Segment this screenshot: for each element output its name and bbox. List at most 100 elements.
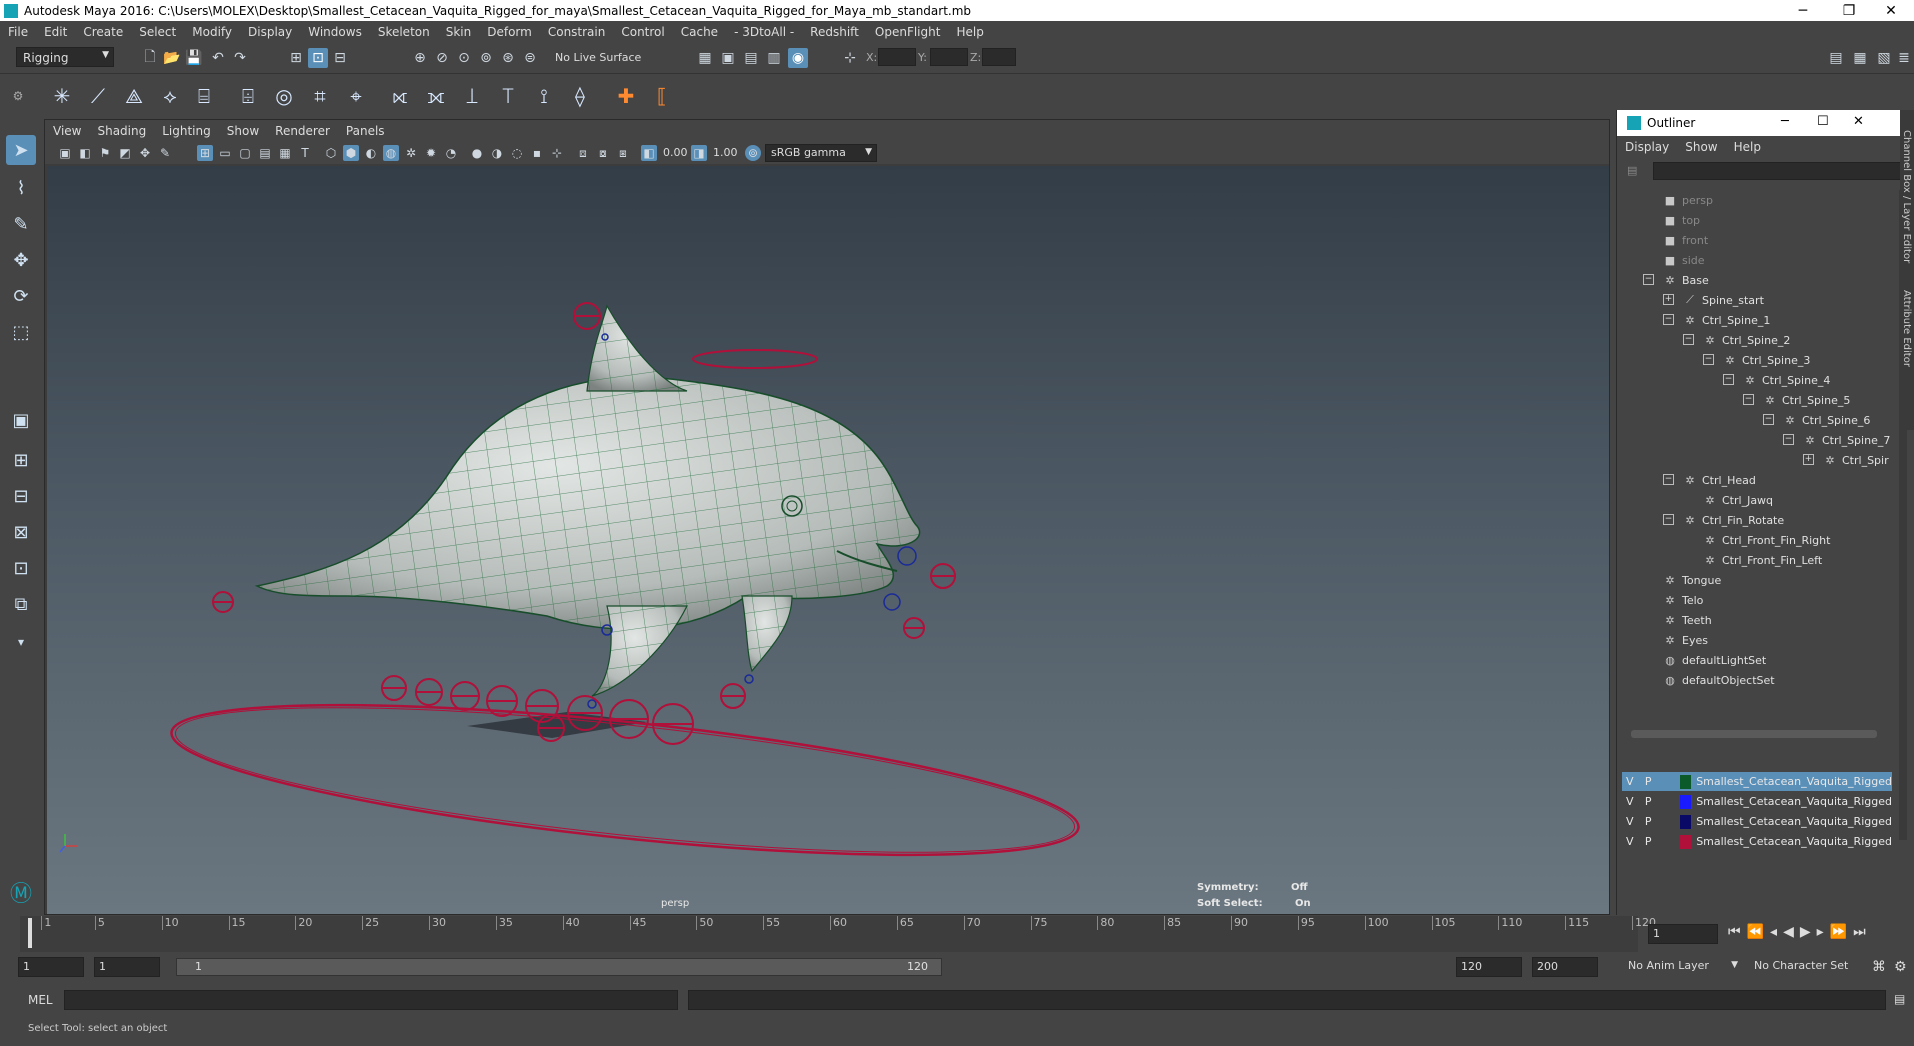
modeling-toolkit-icon[interactable]: ▤ (1826, 48, 1846, 68)
undo-icon[interactable]: ↶ (208, 48, 228, 68)
layer-row[interactable]: V P Smallest_Cetacean_Vaquita_Rigged (1622, 812, 1892, 831)
command-input[interactable] (64, 990, 678, 1010)
point-constraint-icon[interactable]: ⟗ (420, 80, 452, 112)
gate-mask-icon[interactable]: ▤ (257, 145, 273, 161)
hypershade-icon[interactable]: ◉ (788, 48, 808, 68)
play-back-icon[interactable]: ◀ (1783, 924, 1794, 940)
layer-color-swatch[interactable] (1680, 794, 1692, 809)
snap-surface-icon[interactable]: ⊛ (498, 48, 518, 68)
live-surface-label[interactable]: No Live Surface (555, 51, 641, 64)
vaquita-mesh[interactable] (254, 304, 921, 697)
menu-3dtoall[interactable]: - 3DtoAll - (726, 25, 802, 39)
attribute-editor-toggle-icon[interactable]: ▦ (1850, 48, 1870, 68)
smooth-shade-icon[interactable]: ⬢ (343, 145, 359, 161)
layer-type-toggle[interactable] (1659, 813, 1674, 830)
outliner-item[interactable]: − ✲ Ctrl_Head (1663, 470, 1756, 490)
tab-channel-box[interactable]: Channel Box / Layer Editor (1901, 130, 1912, 263)
four-pane-icon[interactable]: ⊞ (6, 445, 36, 475)
outliner-item[interactable]: ◍ defaultObjectSet (1663, 670, 1774, 690)
layer-type-toggle[interactable] (1659, 793, 1674, 810)
outliner-item[interactable]: ■ top (1663, 210, 1700, 230)
textured-icon[interactable]: ✲ (403, 145, 419, 161)
render-view-icon[interactable]: ▥ (764, 48, 784, 68)
lattice-icon[interactable]: ⌗ (304, 80, 336, 112)
image-plane-icon[interactable]: ◩ (117, 145, 133, 161)
menu-edit[interactable]: Edit (36, 25, 75, 39)
render-icon[interactable]: ▣ (718, 48, 738, 68)
menu-control[interactable]: Control (613, 25, 672, 39)
grease-pencil-icon[interactable]: ✎ (157, 145, 173, 161)
outliner-menu-help[interactable]: Help (1726, 140, 1769, 154)
vp-menu-shading[interactable]: Shading (89, 124, 154, 138)
pole-vector-icon[interactable]: ⟠ (564, 80, 596, 112)
lights-icon[interactable]: ✹ (423, 145, 439, 161)
outliner-item[interactable]: ■ persp (1663, 190, 1713, 210)
outliner-item[interactable]: + ⟋ Spine_start (1663, 290, 1764, 310)
anim-prefs-icon[interactable]: ⚙ (1894, 959, 1907, 975)
step-forward-frame-icon[interactable]: ▸ (1817, 924, 1824, 940)
scale-tool-icon[interactable]: ⬚ (6, 317, 36, 347)
layer-type-toggle[interactable] (1659, 773, 1674, 790)
layer-name[interactable]: Smallest_Cetacean_Vaquita_Rigged (1696, 835, 1892, 848)
locator-icon[interactable]: ✚ (610, 80, 642, 112)
move-tool-icon[interactable]: ✥ (6, 245, 36, 275)
outliner-menu-show[interactable]: Show (1677, 140, 1725, 154)
layer-visibility-toggle[interactable]: V (1622, 793, 1637, 810)
outliner-search-field[interactable] (1653, 162, 1905, 180)
snap-view-icon[interactable]: ⊚ (476, 48, 496, 68)
outliner-item[interactable]: − ✲ Ctrl_Spine_4 (1723, 370, 1830, 390)
outliner-item[interactable]: ✲ Tongue (1663, 570, 1721, 590)
wireframe-icon[interactable]: ⬡ (323, 145, 339, 161)
channel-box-toggle-icon[interactable]: ≣ (1894, 48, 1914, 68)
collapse-icon[interactable]: − (1663, 314, 1674, 325)
filter-icon[interactable]: ▤ (1627, 164, 1641, 178)
new-scene-icon[interactable]: 🗋 (140, 48, 160, 68)
2d-pan-icon[interactable]: ✥ (137, 145, 153, 161)
menu-modify[interactable]: Modify (184, 25, 240, 39)
paint-weights-icon[interactable]: ◎ (268, 80, 300, 112)
graph-layout-icon[interactable]: ⊡ (6, 553, 36, 583)
outliner-minimize-button[interactable]: ─ (1781, 114, 1789, 129)
collapse-icon[interactable]: − (1683, 334, 1694, 345)
anim-end-field[interactable]: 200 (1532, 957, 1598, 977)
step-forward-key-icon[interactable]: ⏩ (1830, 924, 1847, 940)
motion-blur-icon[interactable]: ◑ (489, 145, 505, 161)
close-button[interactable]: ✕ (1868, 0, 1914, 21)
outliner-item[interactable]: − ✲ Ctrl_Spine_2 (1683, 330, 1790, 350)
layer-name[interactable]: Smallest_Cetacean_Vaquita_Rigged (1696, 775, 1892, 788)
exposure-value[interactable]: 0.00 (663, 146, 688, 159)
layer-visibility-toggle[interactable]: V (1622, 813, 1637, 830)
xray-active-icon[interactable]: ⧆ (615, 145, 631, 161)
step-back-frame-icon[interactable]: ◂ (1770, 924, 1777, 940)
outliner-item[interactable]: ✲ Ctrl_Front_Fin_Right (1703, 530, 1830, 550)
character-set-dropdown[interactable]: No Character Set (1748, 957, 1866, 977)
layer-name[interactable]: Smallest_Cetacean_Vaquita_Rigged (1696, 795, 1892, 808)
menu-select[interactable]: Select (131, 25, 184, 39)
play-forward-icon[interactable]: ▶ (1800, 924, 1811, 940)
layer-name[interactable]: Smallest_Cetacean_Vaquita_Rigged (1696, 815, 1892, 828)
outliner-item[interactable]: − ✲ Ctrl_Spine_6 (1763, 410, 1870, 430)
layer-row[interactable]: V P Smallest_Cetacean_Vaquita_Rigged (1622, 772, 1892, 791)
x-field[interactable] (878, 48, 916, 66)
menu-skin[interactable]: Skin (438, 25, 480, 39)
layer-color-swatch[interactable] (1680, 814, 1692, 829)
outliner-titlebar[interactable]: Outliner ─ ☐ ✕ (1617, 110, 1914, 136)
wireframe-on-shaded-icon[interactable]: ◍ (383, 145, 399, 161)
single-pane-icon[interactable]: ▣ (6, 405, 36, 435)
expand-icon[interactable]: + (1663, 294, 1674, 305)
snap-point-icon[interactable]: ⊙ (454, 48, 474, 68)
vp-menu-lighting[interactable]: Lighting (154, 124, 219, 138)
grid-icon[interactable]: ⊞ (197, 145, 213, 161)
outliner-hscrollbar[interactable] (1631, 730, 1877, 738)
gamma-value[interactable]: 1.00 (713, 146, 738, 159)
current-time-indicator[interactable] (28, 918, 32, 948)
z-field[interactable] (982, 48, 1016, 66)
y-field[interactable] (930, 48, 968, 66)
snap-live-icon[interactable]: ⊜ (520, 48, 540, 68)
vp-menu-renderer[interactable]: Renderer (267, 124, 338, 138)
select-tool-icon[interactable]: ➤ (6, 135, 36, 165)
ipr-render-icon[interactable]: ▤ (741, 48, 761, 68)
bookmark-icon[interactable]: ⚑ (97, 145, 113, 161)
film-gate-icon[interactable]: ▭ (217, 145, 233, 161)
shelf-options-icon[interactable]: ⚙ (10, 80, 26, 112)
